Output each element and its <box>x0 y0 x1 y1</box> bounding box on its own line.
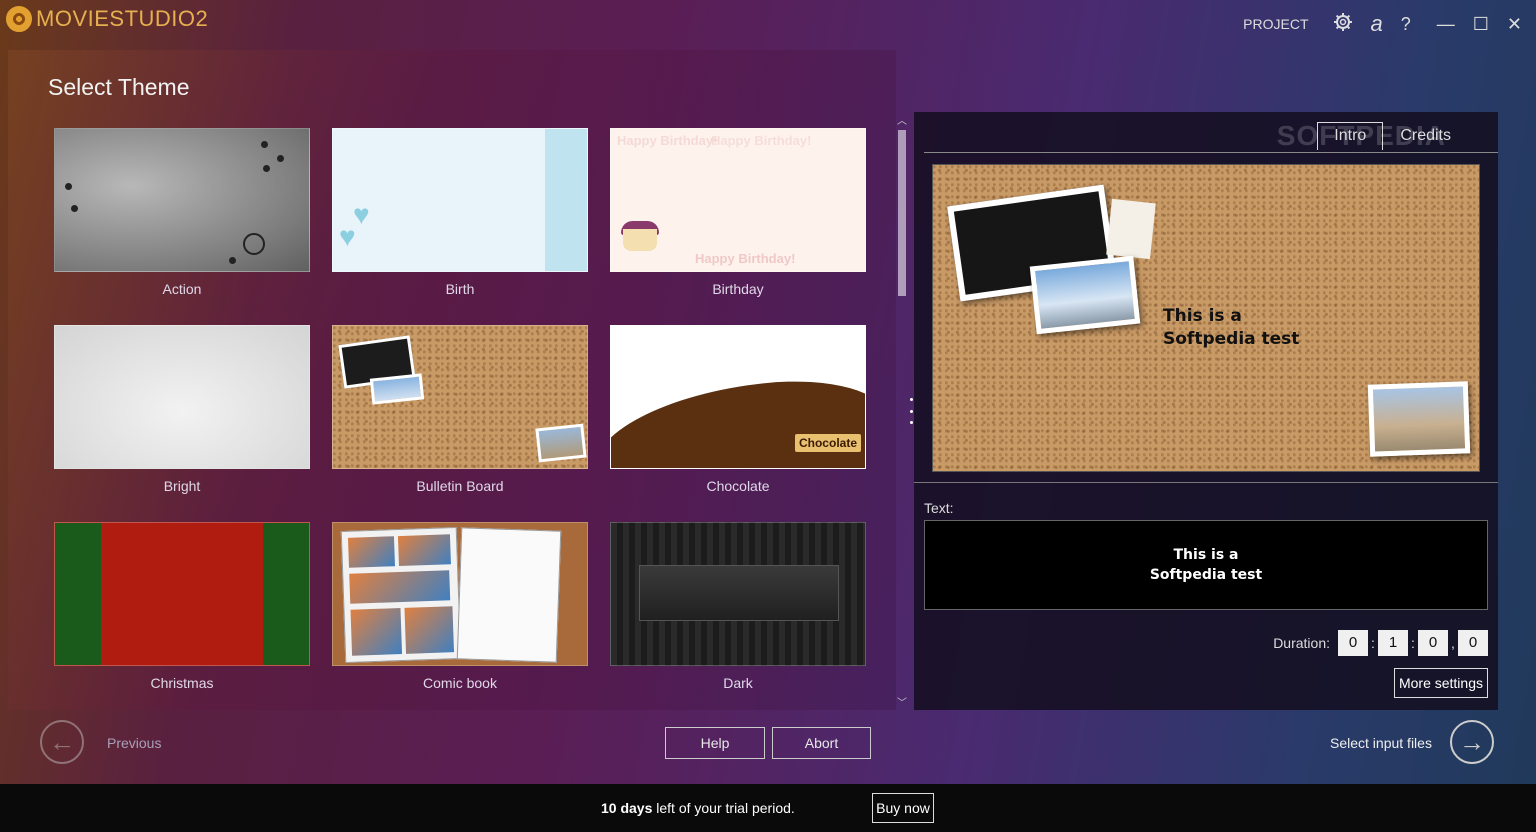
birthday-text: Happy Birthday! <box>695 251 796 266</box>
trial-bar: 10 days left of your trial period. Buy n… <box>0 784 1536 832</box>
theme-thumbnail[interactable] <box>610 522 866 666</box>
text-input-line: This is a <box>1173 547 1239 563</box>
theme-label: Chocolate <box>706 478 770 494</box>
next-arrow-icon[interactable]: → <box>1450 720 1494 764</box>
duration-control: Duration: 0 : 1 : 0 , 0 <box>1273 630 1488 656</box>
theme-thumbnail[interactable]: ♥ ♥ <box>332 128 588 272</box>
theme-thumbnail[interactable]: Chocolate <box>610 325 866 469</box>
theme-label: Birth <box>445 281 475 297</box>
text-input-line: Softpedia test <box>1149 567 1263 583</box>
birthday-text: Happy Birthday! <box>711 133 812 148</box>
preview-title-text: This is a Softpedia test <box>1163 305 1299 351</box>
tab-divider <box>924 152 1498 153</box>
page-title: Select Theme <box>48 74 190 100</box>
theme-thumbnail[interactable] <box>332 325 588 469</box>
theme-thumbnail[interactable] <box>332 522 588 666</box>
previous-arrow-icon[interactable]: ← <box>40 720 84 764</box>
theme-tile-christmas[interactable]: Christmas <box>54 522 310 691</box>
theme-thumbnail[interactable] <box>54 128 310 272</box>
divider <box>914 482 1498 483</box>
theme-label: Dark <box>723 675 753 691</box>
preview-panel: SOFTPEDIA Intro Credits This is a Softpe… <box>914 112 1498 710</box>
title-bar: MOVIESTUDIO2 PROJECT a ? — ☐ ✕ <box>0 0 1536 48</box>
text-label: Text: <box>924 500 954 516</box>
scroll-up-icon[interactable]: ︿ <box>896 112 908 127</box>
tab-credits[interactable]: Credits <box>1383 122 1468 150</box>
film-reel-icon <box>6 6 32 32</box>
theme-scrollbar[interactable]: ︿ ﹀ <box>896 112 908 710</box>
duration-label: Duration: <box>1273 635 1330 651</box>
scroll-thumb[interactable] <box>898 130 906 296</box>
theme-thumbnail[interactable]: Happy Birthday! Happy Birthday! Happy Bi… <box>610 128 866 272</box>
duration-minutes-field[interactable]: 1 <box>1378 630 1408 656</box>
theme-label: Comic book <box>423 675 497 691</box>
duration-hours-field[interactable]: 0 <box>1338 630 1368 656</box>
scroll-down-icon[interactable]: ﹀ <box>896 694 908 709</box>
abort-button[interactable]: Abort <box>772 727 871 759</box>
trial-text: left of your trial period. <box>652 800 795 816</box>
theme-tile-dark[interactable]: Dark <box>610 522 866 691</box>
postcard-image <box>1106 198 1156 260</box>
close-button[interactable]: ✕ <box>1507 14 1522 34</box>
theme-tile-birth[interactable]: ♥ ♥ Birth <box>332 128 588 297</box>
maximize-button[interactable]: ☐ <box>1473 14 1489 34</box>
account-icon[interactable]: a <box>1371 13 1383 35</box>
duration-separator: : <box>1411 635 1415 651</box>
gear-icon[interactable] <box>1333 12 1353 36</box>
theme-tile-chocolate[interactable]: Chocolate Chocolate <box>610 325 866 494</box>
theme-label: Birthday <box>712 281 764 297</box>
colosseum-photo <box>1367 381 1471 457</box>
birthday-text: Happy Birthday! <box>617 133 718 148</box>
chocolate-badge: Chocolate <box>794 434 861 452</box>
app-logo-text: MOVIESTUDIO2 <box>36 6 209 31</box>
select-input-files-button[interactable]: Select input files <box>1330 735 1432 751</box>
preview-text-line: This is a <box>1163 306 1242 326</box>
help-button[interactable]: Help <box>665 727 765 759</box>
trial-days: 10 days <box>601 800 653 816</box>
window-controls: PROJECT a ? — ☐ ✕ <box>1243 12 1522 36</box>
project-menu[interactable]: PROJECT <box>1243 16 1308 32</box>
ferris-wheel-photo <box>1029 255 1141 335</box>
heart-balloon-icon: ♥ <box>339 221 356 252</box>
trial-message: 10 days left of your trial period. <box>601 800 795 816</box>
crosshair-icon <box>243 233 265 255</box>
theme-preview: This is a Softpedia test <box>932 164 1480 472</box>
theme-label: Christmas <box>150 675 214 691</box>
tab-intro[interactable]: Intro <box>1317 122 1384 150</box>
theme-tile-bulletin-board[interactable]: Bulletin Board <box>332 325 588 494</box>
duration-separator: : <box>1371 635 1375 651</box>
theme-label: Bright <box>163 478 201 494</box>
theme-tile-bright[interactable]: Bright <box>54 325 310 494</box>
theme-tile-comic-book[interactable]: Comic book <box>332 522 588 691</box>
duration-seconds-field[interactable]: 0 <box>1418 630 1448 656</box>
preview-tabs: Intro Credits <box>1317 122 1468 150</box>
help-icon[interactable]: ? <box>1401 14 1411 34</box>
theme-thumbnail[interactable] <box>54 325 310 469</box>
minimize-button[interactable]: — <box>1437 14 1455 34</box>
theme-tile-action[interactable]: Action <box>54 128 310 297</box>
previous-button[interactable]: Previous <box>107 735 161 751</box>
theme-label: Action <box>162 281 202 297</box>
duration-separator: , <box>1451 635 1455 651</box>
preview-text-line: Softpedia test <box>1163 329 1300 349</box>
app-logo: MOVIESTUDIO2 <box>6 6 208 32</box>
duration-frames-field[interactable]: 0 <box>1458 630 1488 656</box>
more-settings-button[interactable]: More settings <box>1393 668 1488 698</box>
buy-now-button[interactable]: Buy now <box>872 793 934 823</box>
intro-text-input[interactable]: This is a Softpedia test <box>924 520 1488 610</box>
cupcake-icon <box>623 229 657 251</box>
theme-tile-birthday[interactable]: Happy Birthday! Happy Birthday! Happy Bi… <box>610 128 866 297</box>
theme-thumbnail[interactable] <box>54 522 310 666</box>
theme-label: Bulletin Board <box>416 478 504 494</box>
